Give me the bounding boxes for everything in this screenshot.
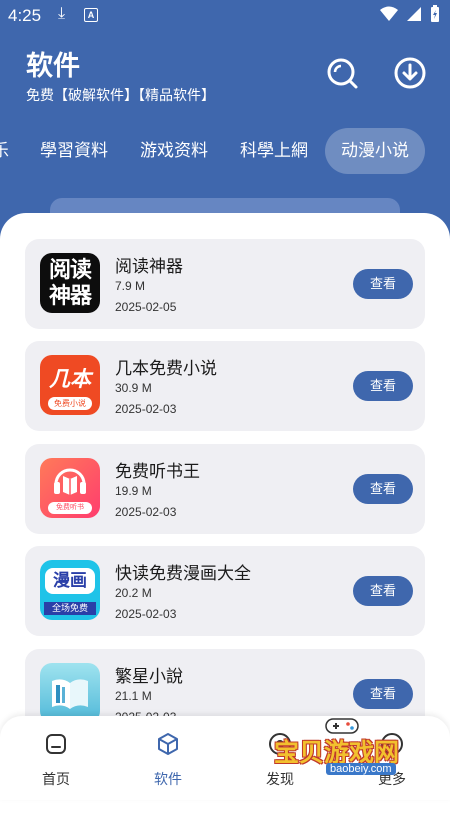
tab-study[interactable]: 學習資料: [40, 128, 108, 174]
view-button[interactable]: 查看: [353, 474, 413, 504]
app-date: 2025-02-03: [115, 607, 177, 621]
view-button[interactable]: 查看: [353, 269, 413, 299]
nav-label: 软件: [154, 771, 182, 787]
category-tabs: 乐 學習資料 游戏资料 科學上網 动漫小说: [0, 128, 450, 176]
cube-icon: [158, 733, 178, 755]
status-time: 4:25: [8, 6, 42, 25]
app-size: 19.9 M: [115, 484, 152, 498]
nav-label: 首页: [42, 771, 70, 787]
app-date: 2025-02-03: [115, 402, 177, 416]
app-icon-subtext: 免费听书: [48, 502, 92, 514]
status-bar: 4:25 ⤓ A: [0, 0, 450, 32]
tab-entertainment[interactable]: 乐: [0, 128, 9, 174]
download-notification-icon: ⤓: [58, 5, 66, 22]
nav-home[interactable]: 首页: [6, 716, 106, 800]
app-size: 7.9 M: [115, 279, 146, 293]
app-name: 繁星小說: [115, 667, 183, 686]
page-subtitle: 免费【破解软件】【精品软件】: [26, 87, 215, 103]
app-name: 快读免费漫画大全: [115, 564, 251, 583]
tab-vpn[interactable]: 科學上網: [240, 128, 308, 174]
app-icon-audiobook: 免费听书: [40, 458, 100, 518]
app-date: 2025-02-05: [115, 300, 177, 314]
app-size: 20.2 M: [115, 586, 152, 600]
app-name: 免费听书王: [115, 462, 200, 481]
nav-software[interactable]: 软件: [118, 716, 218, 800]
app-size: 30.9 M: [115, 381, 152, 395]
app-icon-text: 阅读神器: [48, 257, 92, 308]
app-date: 2025-02-03: [115, 505, 177, 519]
app-icon-reader: 阅读神器: [40, 253, 100, 313]
download-icon[interactable]: [393, 56, 427, 90]
app-name: 阅读神器: [115, 257, 183, 276]
app-card[interactable]: 免费听书 免费听书王 19.9 M 2025-02-03 查看: [25, 444, 425, 534]
app-icon-text: 几本: [49, 368, 91, 391]
tab-anime-novel[interactable]: 动漫小说: [325, 128, 425, 174]
watermark-url: baobeiy.com: [326, 763, 396, 775]
search-icon[interactable]: [325, 56, 359, 90]
page-title: 软件: [26, 51, 80, 81]
app-icon-subtext: 全场免费: [44, 602, 96, 615]
tab-game-data[interactable]: 游戏资料: [140, 128, 208, 174]
headphones-book-icon: [54, 468, 86, 495]
app-icon-text: 漫画: [45, 568, 95, 594]
app-name: 几本免费小说: [115, 359, 217, 378]
battery-icon: [431, 5, 439, 22]
app-icon-comics: 漫画 全场免费: [40, 560, 100, 620]
view-button[interactable]: 查看: [353, 371, 413, 401]
app-card[interactable]: 几本 免费小说 几本免费小说 30.9 M 2025-02-03 查看: [25, 341, 425, 431]
watermark: 宝贝游戏网 baobeiy.com: [274, 718, 424, 783]
app-icon-fanxing: [40, 663, 100, 723]
signal-icon: [407, 7, 421, 21]
app-notification-icon: A: [84, 8, 98, 22]
app-size: 21.1 M: [115, 689, 152, 703]
view-button[interactable]: 查看: [353, 679, 413, 709]
app-icon-jiben: 几本 免费小说: [40, 355, 100, 415]
home-icon: [46, 734, 66, 754]
app-card[interactable]: 漫画 全场免费 快读免费漫画大全 20.2 M 2025-02-03 查看: [25, 546, 425, 636]
open-book-icon: [52, 679, 88, 709]
wifi-icon: [380, 6, 398, 21]
view-button[interactable]: 查看: [353, 576, 413, 606]
app-card[interactable]: 阅读神器 阅读神器 7.9 M 2025-02-05 查看: [25, 239, 425, 329]
app-icon-subtext: 免费小说: [48, 397, 92, 410]
